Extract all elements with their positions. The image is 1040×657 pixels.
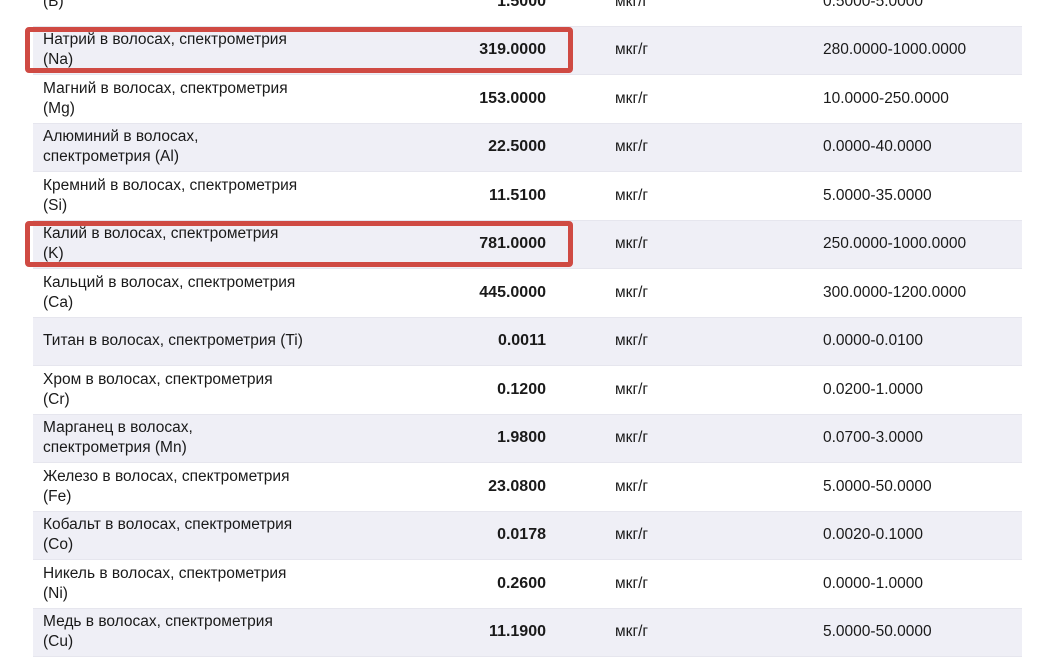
reference-range: 5.0000-50.0000	[823, 477, 932, 497]
reference-range: 0.0700-3.0000	[823, 428, 923, 448]
analyte-name: Кальций в волосах, спектрометрия (Ca)	[43, 273, 303, 313]
result-value: 11.1900	[363, 622, 546, 642]
table-row: Кальций в волосах, спектрометрия (Ca) 445…	[33, 269, 1022, 318]
result-value: 22.5000	[363, 137, 546, 157]
highlight-box	[25, 27, 573, 73]
result-value: 0.1200	[363, 380, 546, 400]
reference-range: 10.0000-250.0000	[823, 89, 949, 109]
result-value: 0.0011	[363, 331, 546, 351]
reference-range: 0.0000-0.0100	[823, 331, 923, 351]
analyte-name: Железо в волосах, спектрометрия (Fe)	[43, 467, 303, 507]
unit: мкг/г	[615, 574, 648, 594]
reference-range: 0.0000-1.0000	[823, 574, 923, 594]
analyte-name: Титан в волосах, спектрометрия (Ti)	[43, 331, 303, 351]
table-row: Марганец в волосах, спектрометрия (Mn) 1.…	[33, 415, 1022, 464]
analyte-name: Хром в волосах, спектрометрия (Cr)	[43, 370, 303, 410]
reference-range: 0.0020-0.1000	[823, 525, 923, 545]
analyte-name: Медь в волосах, спектрометрия (Cu)	[43, 612, 303, 652]
unit: мкг/г	[615, 137, 648, 157]
result-value: 1.9800	[363, 428, 546, 448]
unit: мкг/г	[615, 380, 648, 400]
table-row: Кобальт в волосах, спектрометрия (Co) 0.0…	[33, 512, 1022, 561]
table-row: Кремний в волосах, спектрометрия (Si) 11.…	[33, 172, 1022, 221]
result-value: 0.2600	[363, 574, 546, 594]
reference-range: 5.0000-35.0000	[823, 186, 932, 206]
table-row: Никель в волосах, спектрометрия (Ni) 0.26…	[33, 560, 1022, 609]
table-row: Хром в волосах, спектрометрия (Cr) 0.1200…	[33, 366, 1022, 415]
table-row: Железо в волосах, спектрометрия (Fe) 23.0…	[33, 463, 1022, 512]
unit: мкг/г	[615, 331, 648, 351]
table-row: (B) 1.5000 мкг/г 0.5000-5.0000	[33, 0, 1022, 27]
unit: мкг/г	[615, 0, 648, 12]
unit: мкг/г	[615, 89, 648, 109]
table-row: Натрий в волосах, спектрометрия (Na)319.…	[33, 27, 1022, 76]
table-row: Титан в волосах, спектрометрия (Ti) 0.001…	[33, 318, 1022, 367]
analyte-name: Никель в волосах, спектрометрия (Ni)	[43, 564, 303, 604]
reference-range: 300.0000-1200.0000	[823, 283, 966, 303]
reference-range: 5.0000-50.0000	[823, 622, 932, 642]
result-value: 23.0800	[363, 477, 546, 497]
table-row: Алюминий в волосах, спектрометрия (Al) 22…	[33, 124, 1022, 173]
results-table: (B) 1.5000 мкг/г 0.5000-5.0000 Натрий в воло…	[33, 0, 1022, 657]
reference-range: 0.0000-40.0000	[823, 137, 932, 157]
reference-range: 250.0000-1000.0000	[823, 234, 966, 254]
table-row: Медь в волосах, спектрометрия (Cu) 11.190…	[33, 609, 1022, 657]
unit: мкг/г	[615, 477, 648, 497]
result-value: 1.5000	[363, 0, 546, 12]
analyte-name: Марганец в волосах, спектрометрия (Mn)	[43, 418, 303, 458]
analyte-name: Кобальт в волосах, спектрометрия (Co)	[43, 515, 303, 555]
table-row: Магний в волосах, спектрометрия (Mg) 153.…	[33, 75, 1022, 124]
reference-range: 280.0000-1000.0000	[823, 40, 966, 60]
unit: мкг/г	[615, 283, 648, 303]
highlight-box	[25, 221, 573, 267]
analyte-name: (B)	[43, 0, 303, 12]
unit: мкг/г	[615, 622, 648, 642]
result-value: 11.5100	[363, 186, 546, 206]
reference-range: 0.0200-1.0000	[823, 380, 923, 400]
unit: мкг/г	[615, 428, 648, 448]
reference-range: 0.5000-5.0000	[823, 0, 923, 12]
analyte-name: Алюминий в волосах, спектрометрия (Al)	[43, 127, 303, 167]
table-row: Калий в волосах, спектрометрия (K)781.00…	[33, 221, 1022, 270]
unit: мкг/г	[615, 40, 648, 60]
unit: мкг/г	[615, 525, 648, 545]
analyte-name: Кремний в волосах, спектрометрия (Si)	[43, 176, 303, 216]
result-value: 0.0178	[363, 525, 546, 545]
analyte-name: Магний в волосах, спектрометрия (Mg)	[43, 79, 303, 119]
unit: мкг/г	[615, 234, 648, 254]
unit: мкг/г	[615, 186, 648, 206]
result-value: 153.0000	[363, 89, 546, 109]
result-value: 445.0000	[363, 283, 546, 303]
